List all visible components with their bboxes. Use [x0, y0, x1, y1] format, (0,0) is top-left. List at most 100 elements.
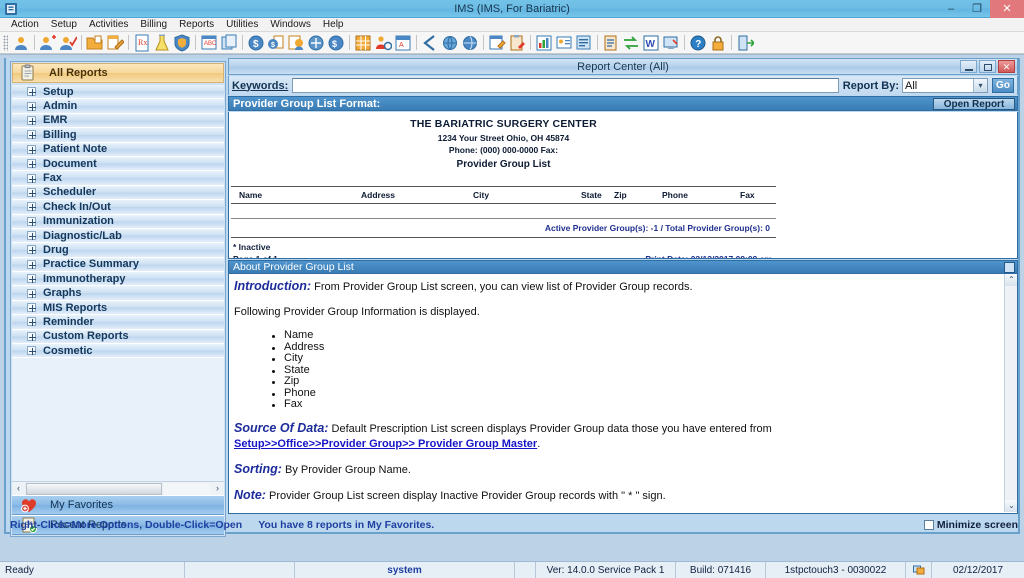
menu-item-windows[interactable]: Windows — [264, 18, 317, 31]
restore-pane-icon[interactable] — [1004, 262, 1015, 273]
shield-icon[interactable] — [173, 33, 191, 52]
sidebar-header-all-reports[interactable]: All Reports — [12, 63, 224, 83]
scrollbar-thumb[interactable] — [26, 482, 162, 495]
help-icon[interactable]: ? — [689, 34, 707, 52]
expand-plus-icon[interactable] — [27, 144, 36, 154]
screen-icon[interactable] — [662, 34, 680, 52]
sidebar-item-mis-reports[interactable]: MIS Reports — [12, 300, 224, 316]
toolbar-grip[interactable] — [3, 34, 8, 51]
expand-plus-icon[interactable] — [27, 159, 36, 169]
sidebar-item-document[interactable]: Document — [12, 156, 224, 172]
scrollbar-track[interactable] — [163, 482, 211, 495]
menu-item-help[interactable]: Help — [317, 18, 350, 31]
report-icon[interactable] — [575, 34, 593, 52]
word-icon[interactable]: W — [642, 34, 660, 52]
sidebar-item-setup[interactable]: Setup — [12, 85, 224, 100]
sidebar-item-reminder[interactable]: Reminder — [12, 315, 224, 330]
dollar-icon[interactable]: $ — [247, 34, 265, 52]
exit-icon[interactable] — [736, 34, 754, 52]
status-tray[interactable] — [906, 562, 932, 578]
sidebar-item-diagnostic-lab[interactable]: Diagnostic/Lab — [12, 228, 224, 244]
open-report-button[interactable]: Open Report — [933, 98, 1015, 110]
document-abc-icon[interactable]: ABC — [200, 34, 218, 52]
sidebar-item-immunization[interactable]: Immunization — [12, 214, 224, 229]
menu-item-activities[interactable]: Activities — [83, 18, 134, 31]
sidebar-item-fax[interactable]: Fax — [12, 171, 224, 186]
sidebar-item-check-in-out[interactable]: Check In/Out — [12, 200, 224, 215]
expand-plus-icon[interactable] — [27, 231, 36, 241]
sidebar-item-patient-note[interactable]: Patient Note — [12, 142, 224, 157]
lab-flask-icon[interactable] — [153, 34, 171, 52]
dollar-page-icon[interactable]: $ — [267, 34, 285, 52]
report-by-select[interactable]: All ▾ — [902, 78, 988, 93]
sidebar-item-admin[interactable]: Admin — [12, 99, 224, 114]
report-center-minimize-button[interactable] — [960, 60, 977, 73]
payment-icon[interactable]: $ — [327, 34, 345, 52]
expand-plus-icon[interactable] — [27, 173, 36, 183]
report-center-maximize-button[interactable] — [979, 60, 996, 73]
about-vertical-scrollbar[interactable]: ⌃ ⌄ — [1004, 274, 1017, 512]
expand-plus-icon[interactable] — [27, 288, 36, 298]
sidebar-item-cosmetic[interactable]: Cosmetic — [12, 344, 224, 359]
sidebar-item-custom-reports[interactable]: Custom Reports — [12, 329, 224, 345]
menu-item-utilities[interactable]: Utilities — [220, 18, 264, 31]
sidebar-item-drug[interactable]: Drug — [12, 243, 224, 258]
provider-group-master-link[interactable]: Setup>>Office>>Provider Group>> Provider… — [234, 438, 537, 450]
expand-plus-icon[interactable] — [27, 317, 36, 327]
window-restore-button[interactable]: ❐ — [964, 0, 990, 18]
billing-person-icon[interactable] — [287, 34, 305, 52]
transfer-icon[interactable] — [622, 34, 640, 52]
sidebar-item-scheduler[interactable]: Scheduler — [12, 185, 224, 201]
clipboard-edit-icon[interactable] — [508, 34, 526, 52]
back-arrow-icon[interactable] — [421, 34, 439, 52]
expand-plus-icon[interactable] — [27, 216, 36, 226]
sidebar-item-graphs[interactable]: Graphs — [12, 286, 224, 301]
expand-plus-icon[interactable] — [27, 346, 36, 356]
report-center-close-button[interactable]: ✕ — [998, 60, 1015, 73]
copy-page-icon[interactable] — [220, 34, 238, 52]
scroll-left-arrow-icon[interactable]: ‹ — [12, 482, 25, 495]
scroll-down-arrow-icon[interactable]: ⌄ — [1005, 500, 1017, 512]
grid-icon[interactable] — [354, 34, 372, 52]
task-icon[interactable] — [602, 34, 620, 52]
menu-item-reports[interactable]: Reports — [173, 18, 220, 31]
sidebar-button-my-favorites[interactable]: My Favorites — [12, 495, 224, 515]
window-minimize-button[interactable]: – — [938, 0, 964, 18]
globe-icon[interactable] — [441, 34, 459, 52]
edit-note-icon[interactable] — [106, 34, 124, 52]
globe-blue-icon[interactable] — [461, 34, 479, 52]
sidebar-item-immunotherapy[interactable]: Immunotherapy — [12, 272, 224, 287]
lock-icon[interactable] — [709, 34, 727, 52]
chevron-down-icon[interactable]: ▾ — [973, 79, 987, 92]
note-edit-icon[interactable] — [488, 34, 506, 52]
scheduler-icon[interactable] — [374, 34, 392, 52]
window-close-button[interactable]: ✕ — [990, 0, 1024, 18]
scroll-right-arrow-icon[interactable]: › — [211, 482, 224, 495]
patient-check-icon[interactable] — [59, 34, 77, 52]
patient-add-icon[interactable] — [39, 34, 57, 52]
expand-plus-icon[interactable] — [27, 130, 36, 140]
expand-plus-icon[interactable] — [27, 331, 36, 341]
expand-plus-icon[interactable] — [27, 259, 36, 269]
chart-icon[interactable] — [535, 34, 553, 52]
prescription-icon[interactable]: Rx — [133, 34, 151, 52]
card-icon[interactable] — [555, 34, 573, 52]
checkbox-box[interactable] — [923, 520, 934, 530]
expand-plus-icon[interactable] — [27, 87, 36, 97]
expand-plus-icon[interactable] — [27, 245, 36, 255]
claim-icon[interactable] — [307, 34, 325, 52]
sidebar-horizontal-scrollbar[interactable]: ‹ › — [12, 481, 224, 495]
appointment-icon[interactable]: A — [394, 34, 412, 52]
expand-plus-icon[interactable] — [27, 274, 36, 284]
expand-plus-icon[interactable] — [27, 303, 36, 313]
sidebar-item-practice-summary[interactable]: Practice Summary — [12, 257, 224, 273]
expand-plus-icon[interactable] — [27, 187, 36, 197]
go-button[interactable]: Go — [992, 78, 1014, 93]
open-folder-icon[interactable] — [86, 34, 104, 52]
expand-plus-icon[interactable] — [27, 115, 36, 125]
minimize-screen-checkbox[interactable]: Minimize screen — [923, 519, 1018, 531]
patient-icon[interactable] — [12, 34, 30, 52]
keywords-input[interactable] — [292, 78, 839, 93]
scroll-up-arrow-icon[interactable]: ⌃ — [1005, 274, 1017, 286]
sidebar-item-billing[interactable]: Billing — [12, 128, 224, 143]
